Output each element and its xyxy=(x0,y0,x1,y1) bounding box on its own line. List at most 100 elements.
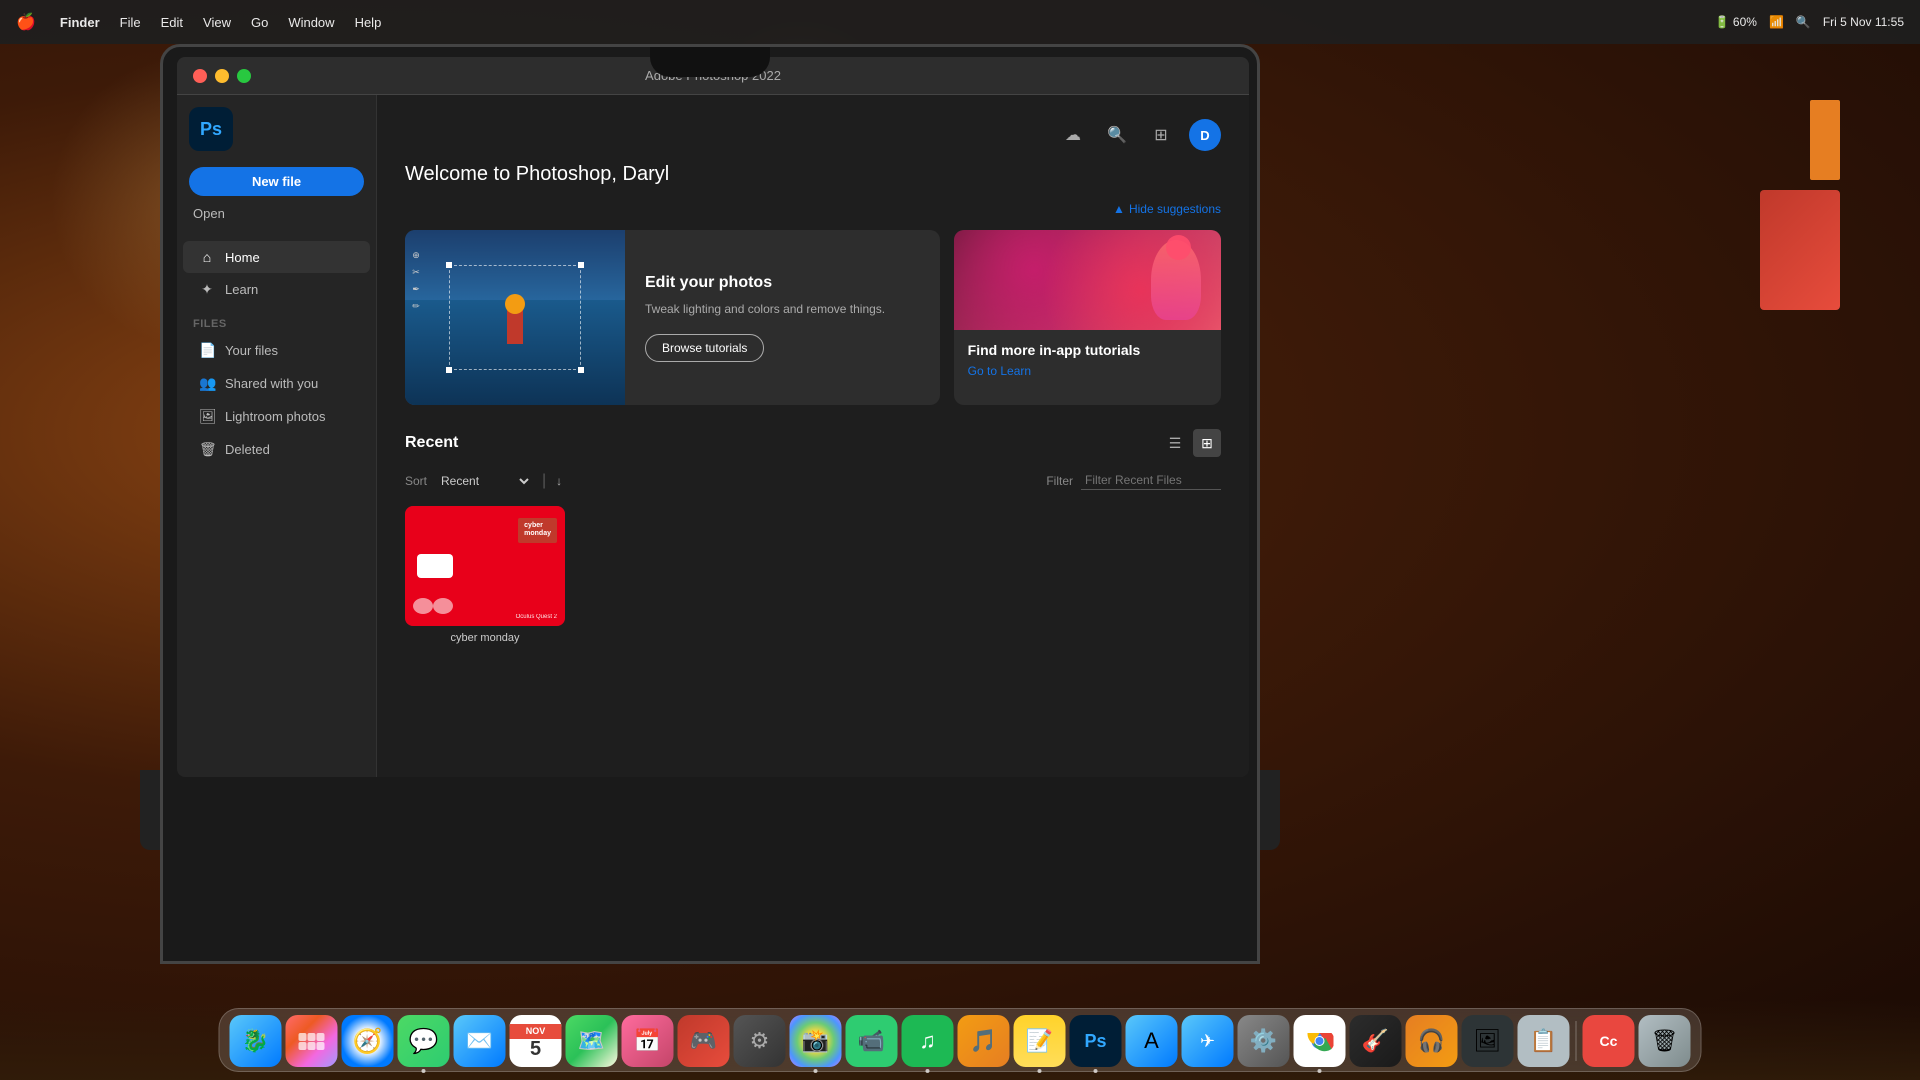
sort-direction-button[interactable]: ↓ xyxy=(556,474,562,488)
camera-notch xyxy=(650,47,770,77)
edit-photos-title: Edit your photos xyxy=(645,274,885,292)
dock-adobe-cc[interactable]: Cc xyxy=(1583,1015,1635,1067)
dock-spotify[interactable]: ♫ xyxy=(902,1015,954,1067)
file-thumbnail: cybermonday Oculus Quest 2 xyxy=(405,506,565,626)
wifi-indicator: 📶 xyxy=(1769,15,1784,29)
laptop-frame: Adobe Photoshop 2022 Ps New file Open ⌂ … xyxy=(160,44,1260,964)
browse-tutorials-button[interactable]: Browse tutorials xyxy=(645,334,764,362)
photos-dot xyxy=(814,1069,818,1073)
cal-day: 5 xyxy=(530,1039,541,1059)
dock-photoshop[interactable]: Ps xyxy=(1070,1015,1122,1067)
grid-view-button[interactable]: ⊞ xyxy=(1193,429,1221,457)
plugins-icon[interactable]: ⊞ xyxy=(1145,119,1177,151)
apple-menu[interactable]: 🍎 xyxy=(16,12,36,32)
dock-photos[interactable]: 📸 xyxy=(790,1015,842,1067)
sort-label: Sort xyxy=(405,474,427,488)
dock-appstore[interactable]: A xyxy=(1126,1015,1178,1067)
dock: 🐉 🧭 💬 ✉️ NOV 5 🗺️ 📅 🎮 xyxy=(219,1008,1702,1072)
dock-trash[interactable]: 🗑 xyxy=(1639,1015,1691,1067)
laptop-screen: Adobe Photoshop 2022 Ps New file Open ⌂ … xyxy=(177,57,1249,777)
minimize-button[interactable] xyxy=(215,69,229,83)
learn-icon: ✦ xyxy=(199,281,215,298)
dock-finder[interactable]: 🐉 xyxy=(230,1015,282,1067)
sidebar-item-shared[interactable]: 👥 Shared with you xyxy=(183,367,370,400)
filter-input[interactable] xyxy=(1081,471,1221,490)
search-icon[interactable]: 🔍 xyxy=(1101,119,1133,151)
sort-divider: | xyxy=(542,472,546,490)
right-decoration xyxy=(1690,100,1840,600)
sidebar-item-learn[interactable]: ✦ Learn xyxy=(183,273,370,306)
home-icon: ⌂ xyxy=(199,249,215,265)
chrome-dot xyxy=(1318,1069,1322,1073)
open-file-button[interactable]: Open xyxy=(189,202,229,225)
lightroom-icon: 🖼 xyxy=(199,408,215,425)
dock-divider xyxy=(1576,1021,1577,1061)
flamingo-visual xyxy=(954,230,1221,330)
lightroom-label: Lightroom photos xyxy=(225,409,325,424)
dock-messages[interactable]: 💬 xyxy=(398,1015,450,1067)
filter-area: Filter xyxy=(1046,471,1221,490)
search-indicator[interactable]: 🔍 xyxy=(1796,15,1811,29)
sidebar-item-deleted[interactable]: 🗑 Deleted xyxy=(183,433,370,466)
dock-capo[interactable]: 🎵 xyxy=(958,1015,1010,1067)
new-file-button[interactable]: New file xyxy=(189,167,364,196)
main-content: ☁ 🔍 ⊞ D Welcome to Photoshop, Daryl ▲ Hi… xyxy=(377,95,1249,777)
sort-bar: Sort Recent Name Date Modified | ↓ Filte… xyxy=(405,471,1221,490)
shared-label: Shared with you xyxy=(225,376,318,391)
menubar-go[interactable]: Go xyxy=(251,15,268,30)
dock-mail[interactable]: ✉️ xyxy=(454,1015,506,1067)
datetime-display: Fri 5 Nov 11:55 xyxy=(1823,15,1904,29)
list-view-button[interactable]: ☰ xyxy=(1161,429,1189,457)
dock-calendar[interactable]: NOV 5 xyxy=(510,1015,562,1067)
dock-maps[interactable]: 🗺️ xyxy=(566,1015,618,1067)
spotify-dot xyxy=(926,1069,930,1073)
file-card[interactable]: cybermonday Oculus Quest 2 cyber monday xyxy=(405,506,565,644)
menubar-file[interactable]: File xyxy=(120,15,141,30)
ps-logo: Ps xyxy=(189,107,233,151)
home-label: Home xyxy=(225,250,260,265)
sidebar-item-your-files[interactable]: 📄 Your files xyxy=(183,334,370,367)
dock-archive[interactable]: 📋 xyxy=(1518,1015,1570,1067)
dock-notes[interactable]: 📝 xyxy=(1014,1015,1066,1067)
cloud-icon[interactable]: ☁ xyxy=(1057,119,1089,151)
edit-photos-content: Edit your photos Tweak lighting and colo… xyxy=(625,230,905,405)
dock-fantastical[interactable]: 📅 xyxy=(622,1015,674,1067)
menubar-right: 🔋 60% 📶 🔍 Fri 5 Nov 11:55 xyxy=(1715,15,1904,29)
dock-safari[interactable]: 🧭 xyxy=(342,1015,394,1067)
menubar-edit[interactable]: Edit xyxy=(161,15,183,30)
chevron-up-icon: ▲ xyxy=(1113,202,1125,216)
cards-row: ⊕ ✂ ✒ ✏ Edit your photos Tweak lighting … xyxy=(405,230,1221,405)
menubar: 🍎 Finder File Edit View Go Window Help 🔋… xyxy=(0,0,1920,44)
dock-compressor[interactable]: ⚙ xyxy=(734,1015,786,1067)
photoshop-dot xyxy=(1094,1069,1098,1073)
dock-chrome[interactable] xyxy=(1294,1015,1346,1067)
dock-garageband[interactable]: 🎸 xyxy=(1350,1015,1402,1067)
app-body: Ps New file Open ⌂ Home ✦ Learn FILES 📄 … xyxy=(177,95,1249,777)
menubar-help[interactable]: Help xyxy=(355,15,382,30)
dock-facetime[interactable]: 📹 xyxy=(846,1015,898,1067)
dock-headphones-app[interactable]: 🎧 xyxy=(1406,1015,1458,1067)
user-avatar[interactable]: D xyxy=(1189,119,1221,151)
files-section-label: FILES xyxy=(177,306,376,334)
menubar-view[interactable]: View xyxy=(203,15,231,30)
hide-suggestions-button[interactable]: ▲ Hide suggestions xyxy=(1113,202,1221,216)
dock-app9[interactable]: 🎮 xyxy=(678,1015,730,1067)
your-files-icon: 📄 xyxy=(199,342,215,359)
sort-select[interactable]: Recent Name Date Modified xyxy=(437,473,532,489)
maximize-button[interactable] xyxy=(237,69,251,83)
suggestions-bar: ▲ Hide suggestions xyxy=(405,202,1221,216)
menubar-finder[interactable]: Finder xyxy=(60,15,100,30)
menubar-window[interactable]: Window xyxy=(288,15,334,30)
tutorials-title: Find more in-app tutorials xyxy=(968,342,1207,358)
sidebar-item-lightroom[interactable]: 🖼 Lightroom photos xyxy=(183,400,370,433)
close-button[interactable] xyxy=(193,69,207,83)
red-decoration xyxy=(1760,190,1840,310)
dock-testflight[interactable]: ✈ xyxy=(1182,1015,1234,1067)
go-to-learn-link[interactable]: Go to Learn xyxy=(968,364,1207,378)
dock-launchpad[interactable] xyxy=(286,1015,338,1067)
sidebar-item-home[interactable]: ⌂ Home xyxy=(183,241,370,273)
dock-system-preferences[interactable]: ⚙️ xyxy=(1238,1015,1290,1067)
learn-label: Learn xyxy=(225,282,258,297)
cyber-monday-image: cybermonday Oculus Quest 2 xyxy=(405,506,565,626)
dock-image-tools[interactable]: 🖼 xyxy=(1462,1015,1514,1067)
